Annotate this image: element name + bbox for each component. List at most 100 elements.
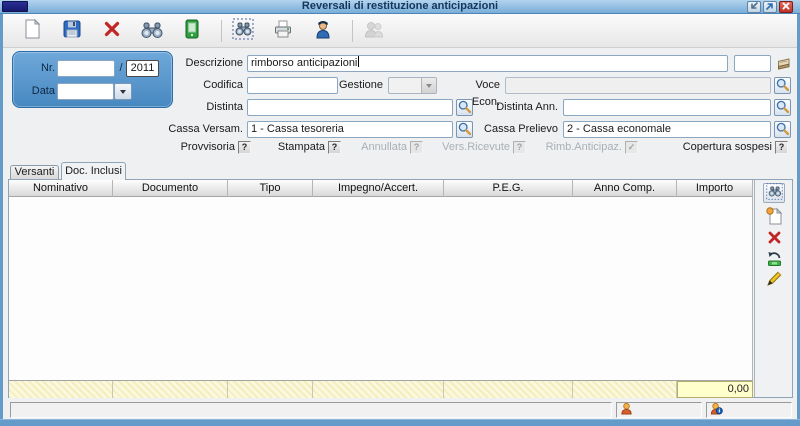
toolbar-separator — [352, 19, 353, 42]
window-border-left — [0, 14, 3, 426]
new-document-button[interactable] — [19, 18, 45, 44]
column-header-documento: Documento — [113, 180, 228, 197]
print-button[interactable] — [270, 18, 296, 44]
provvisoria-checkbox[interactable]: ? — [238, 141, 251, 154]
nr-input[interactable] — [57, 60, 115, 77]
window-title: Reversali di restituzione anticipazioni — [301, 0, 499, 12]
user-orange-icon — [620, 402, 633, 418]
delete-icon — [767, 230, 782, 248]
pencil-icon — [766, 270, 783, 290]
close-window-button[interactable] — [779, 1, 793, 13]
copertura-sospesi-checkbox[interactable]: ? — [775, 141, 788, 154]
magnifier-icon — [775, 121, 790, 139]
gestione-select-disabled — [388, 77, 437, 94]
tab-doc-inclusi[interactable]: Doc. Inclusi — [61, 162, 126, 180]
nr-label: Nr. — [40, 62, 55, 74]
distinta-ann-search-button[interactable] — [774, 99, 791, 116]
distinta-label: Distinta — [206, 101, 243, 113]
row-undo-button[interactable] — [763, 250, 785, 270]
distinta-search-button[interactable] — [456, 99, 473, 116]
column-header-peg: P.E.G. — [444, 180, 573, 197]
cassa-button[interactable] — [179, 18, 205, 44]
restore-window-button[interactable] — [747, 1, 761, 13]
column-header-impegno: Impegno/Accert. — [313, 180, 444, 197]
users-button-disabled — [361, 18, 387, 44]
descrizione-extra-input[interactable] — [734, 55, 771, 72]
cassa-prelievo-input[interactable]: 2 - Cassa economale — [563, 121, 771, 138]
cassa-prelievo-label: Cassa Prelievo — [484, 123, 558, 135]
title-bar[interactable]: Reversali di restituzione anticipazioni — [0, 0, 800, 14]
data-input[interactable] — [57, 83, 114, 100]
codifica-label: Codifica — [203, 79, 243, 91]
voce-econ-label: Voce Econ. — [471, 79, 500, 108]
arrow-up-right-icon — [765, 1, 775, 14]
magnifier-icon — [775, 77, 790, 95]
table-total-row: 0,00 — [9, 380, 753, 398]
cassa-versam-search-button[interactable] — [456, 121, 473, 138]
cassa-icon — [184, 19, 200, 42]
search-selection-button[interactable] — [230, 18, 256, 44]
table-header: Nominativo Documento Tipo Impegno/Accert… — [9, 180, 753, 197]
users-icon — [363, 19, 385, 42]
save-button[interactable] — [59, 18, 85, 44]
descrizione-label: Descrizione — [185, 57, 243, 69]
user-button[interactable] — [310, 18, 336, 44]
codifica-input[interactable] — [247, 77, 338, 94]
magnifier-icon — [457, 99, 472, 117]
status-cell-user — [616, 402, 702, 418]
chevron-down-icon — [120, 90, 126, 97]
row-search-button[interactable] — [763, 183, 785, 203]
rimb-anticipaz-checkbox-disabled: ✓ — [625, 141, 638, 154]
row-delete-button[interactable] — [763, 229, 785, 249]
cassa-versam-input[interactable]: 1 - Cassa tesoreria — [247, 121, 453, 138]
rimb-anticipaz-label: Rimb.Anticipaz. — [545, 141, 622, 153]
year-input[interactable]: 2011 — [126, 60, 159, 77]
close-icon — [781, 1, 791, 14]
data-dropdown-button[interactable] — [114, 83, 132, 100]
delete-button[interactable] — [99, 18, 125, 44]
tab-versanti[interactable]: Versanti — [10, 165, 59, 179]
column-header-importo: Importo — [677, 180, 753, 197]
status-cell-message — [10, 402, 612, 418]
data-label: Data — [31, 85, 55, 97]
total-cell — [228, 381, 313, 398]
distinta-ann-input[interactable] — [563, 99, 771, 116]
binoculars-selection-icon — [232, 18, 254, 43]
printer-icon — [273, 19, 293, 42]
doc-inclusi-panel: Nominativo Documento Tipo Impegno/Accert… — [8, 179, 793, 398]
distinta-input[interactable] — [247, 99, 453, 116]
vers-ricevute-label: Vers.Ricevute — [442, 141, 510, 153]
row-edit-button[interactable] — [763, 270, 785, 290]
column-header-anno-comp: Anno Comp. — [573, 180, 677, 197]
table-body[interactable] — [9, 197, 753, 380]
status-cell-user-info — [706, 402, 792, 418]
user-icon — [314, 19, 332, 42]
cassa-prelievo-search-button[interactable] — [774, 121, 791, 138]
app-window: Reversali di restituzione anticipazioni — [0, 0, 800, 426]
column-header-nominativo: Nominativo — [9, 180, 113, 197]
total-cell — [313, 381, 444, 398]
provvisoria-label: Provvisoria — [180, 141, 235, 153]
text-caret — [358, 56, 360, 67]
distinta-ann-label: Distinta Ann. — [496, 101, 558, 113]
book-icon — [776, 58, 792, 75]
row-add-button[interactable] — [763, 206, 785, 228]
catalog-button[interactable] — [776, 56, 792, 75]
magnifier-icon — [775, 99, 790, 117]
new-document-icon — [23, 18, 41, 42]
undo-icon — [766, 250, 783, 270]
main-toolbar — [3, 14, 797, 48]
descrizione-input[interactable]: rimborso anticipazioni — [247, 55, 728, 72]
voce-econ-search-button[interactable] — [774, 77, 791, 94]
search-button[interactable] — [139, 18, 165, 44]
add-document-icon — [765, 206, 783, 228]
annullata-checkbox-disabled: ? — [410, 141, 423, 154]
copertura-sospesi-label: Copertura sospesi — [682, 141, 772, 153]
toolbar-separator — [221, 19, 222, 42]
chevron-down-icon — [421, 78, 436, 93]
arrow-down-left-icon — [749, 1, 759, 14]
maximize-window-button[interactable] — [763, 1, 777, 13]
row-toolbar — [754, 180, 792, 397]
annullata-label: Annullata — [361, 141, 407, 153]
save-icon — [62, 19, 82, 42]
